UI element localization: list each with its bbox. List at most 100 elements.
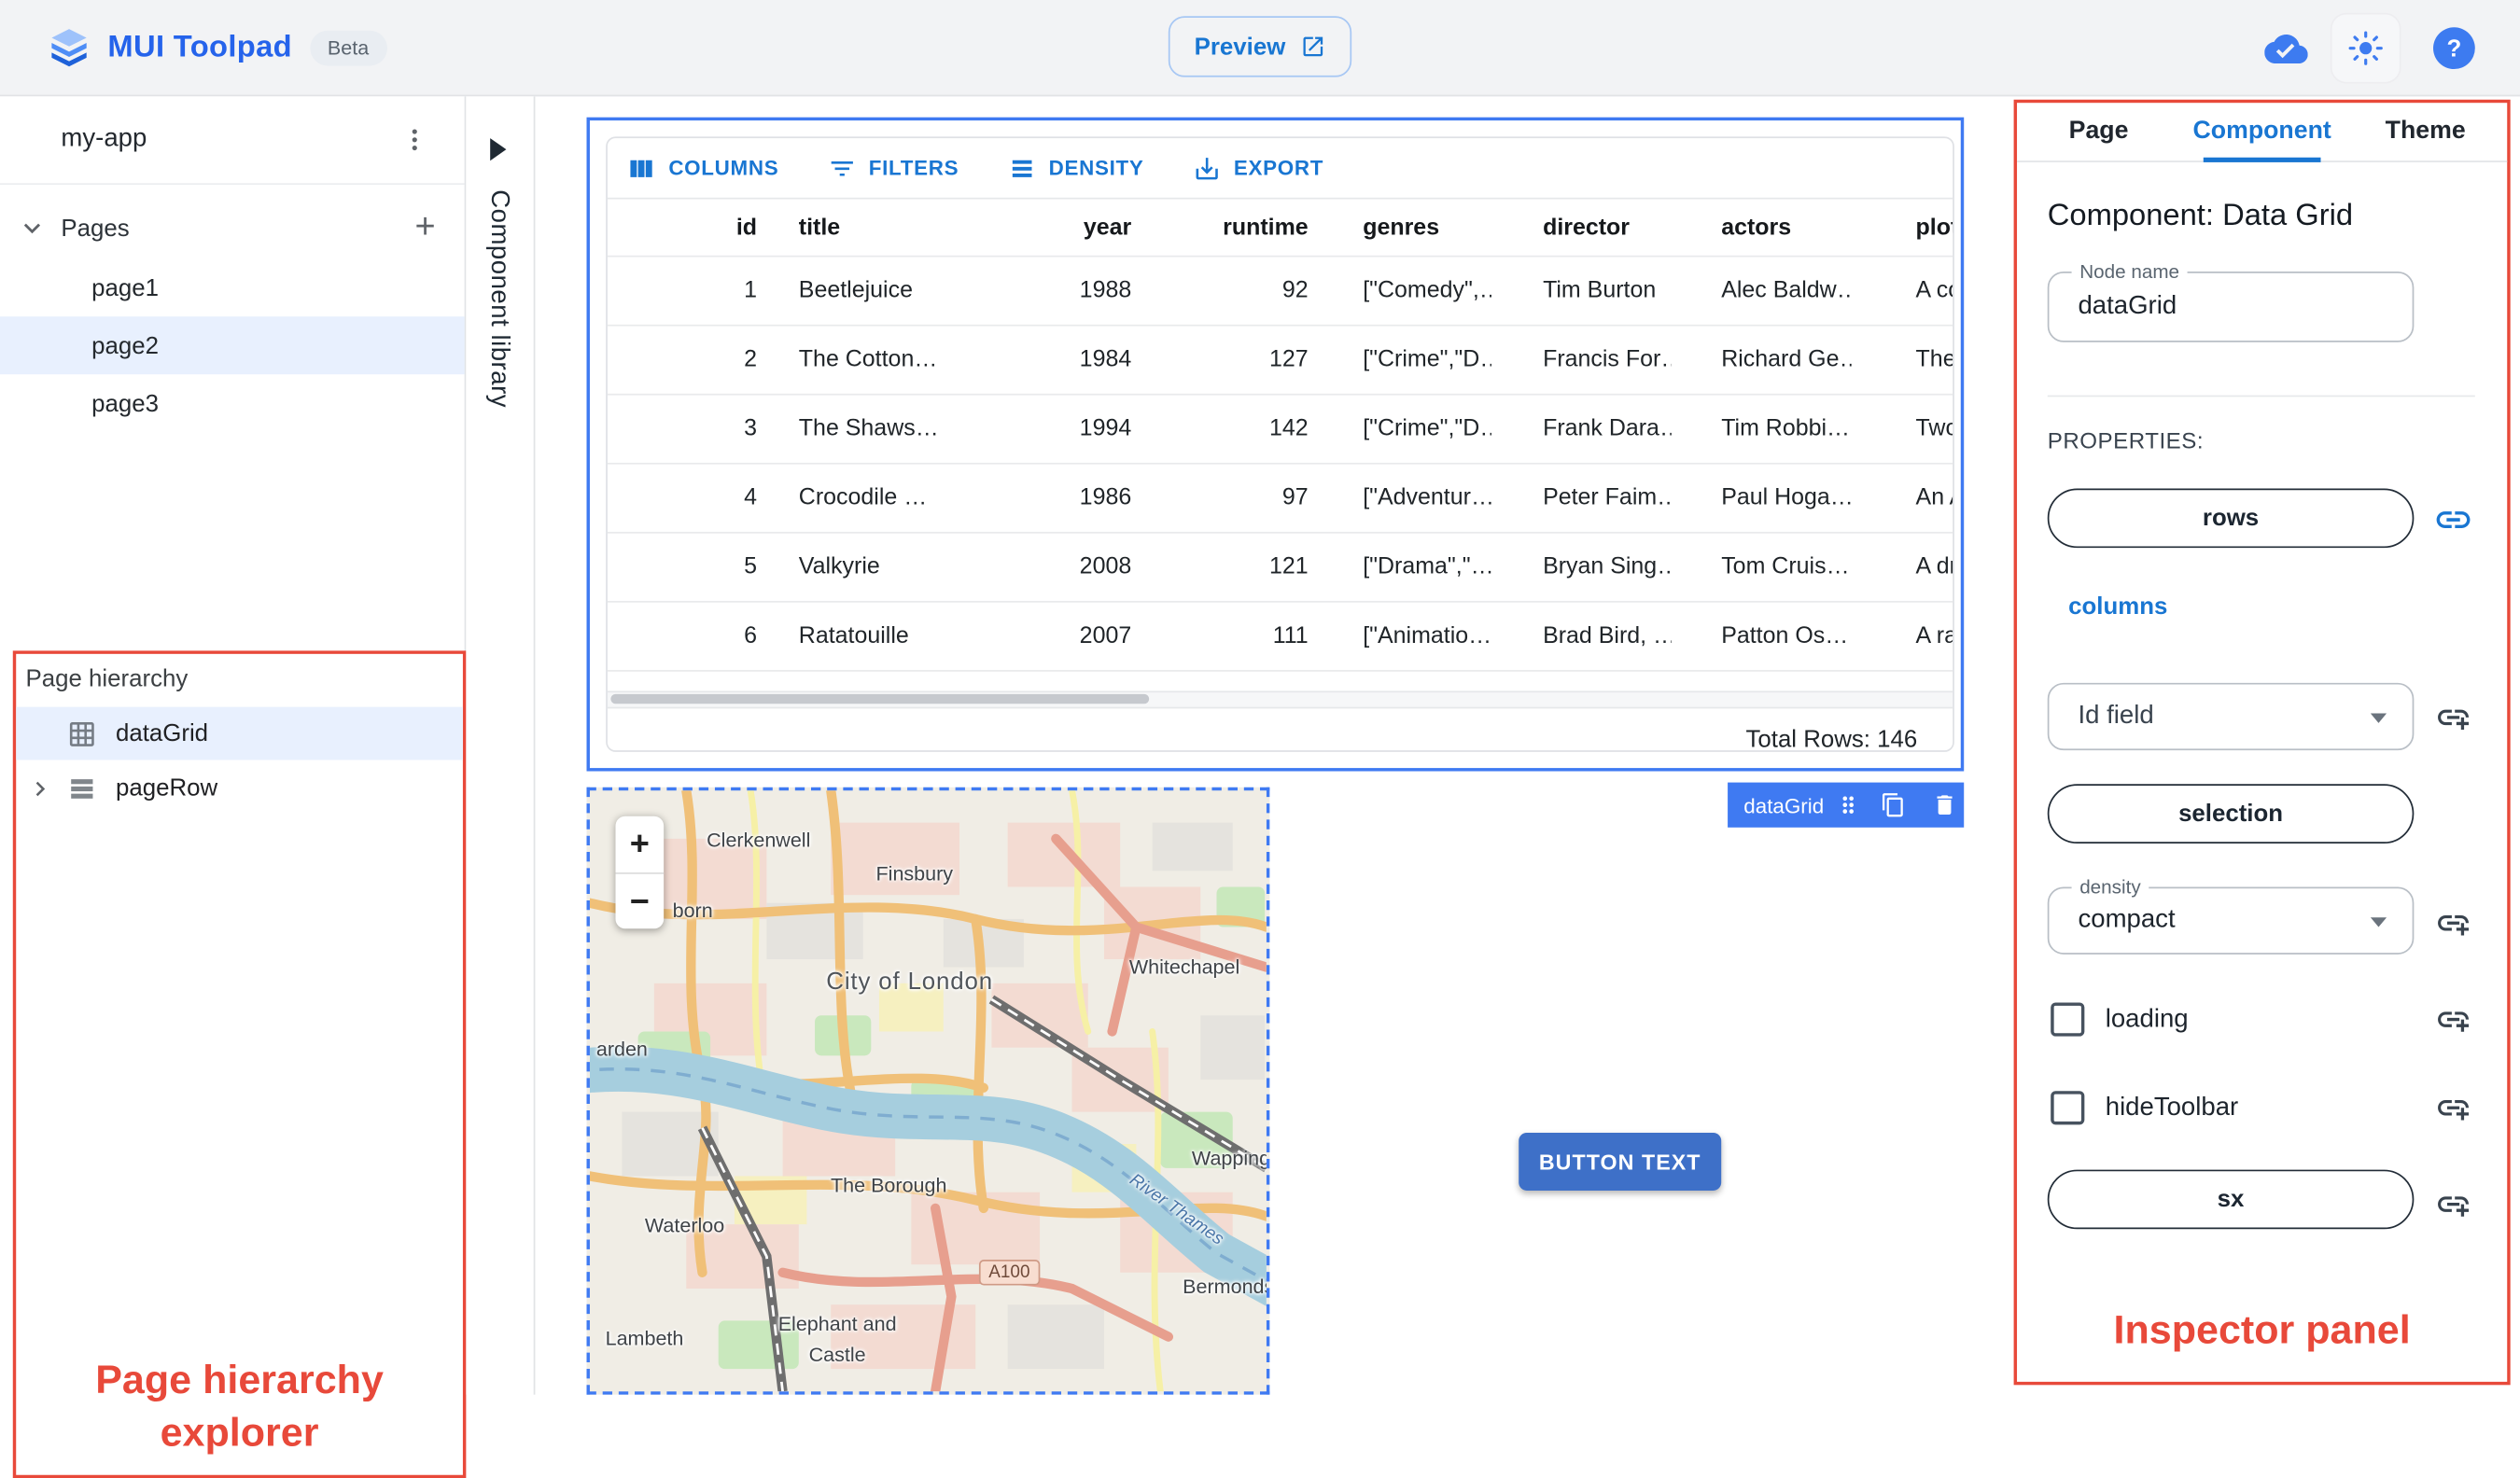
node-name-field[interactable]: Node name dataGrid [2047,259,2415,342]
scrollbar-thumb[interactable] [610,693,1150,704]
expand-right-icon[interactable] [490,138,507,161]
table-row[interactable]: 6 Ratatouille 2007 111 ["Animatio… Brad Bird,… [607,603,1953,672]
column-header-id[interactable]: id [608,215,761,241]
column-header-title[interactable]: title [760,215,936,241]
table-cell: 142 [1268,415,1309,442]
columns-property-link[interactable]: columns [2068,593,2167,620]
table-cell: 97 [1281,485,1309,511]
zoom-out-button[interactable]: − [616,874,665,930]
add-link-icon[interactable] [2431,997,2473,1039]
column-header-runtime[interactable]: runtime [1135,215,1311,241]
chevron-down-icon[interactable] [16,212,48,244]
table-cell: Ratatouille [798,623,909,649]
add-link-icon[interactable] [2431,901,2473,943]
tab-component[interactable]: Component [2180,103,2344,162]
table-row[interactable]: 1 Beetlejuice 1988 92 ["Comedy",… Tim Burton A… [607,258,1953,327]
page-hierarchy-annotation: Page hierarchy explorer [95,1358,384,1456]
selection-property-button[interactable]: selection [2047,784,2415,844]
toolpad-editor: MUI Toolpad Beta Preview ? my-app Pages … [0,0,2520,1478]
sidebar-item-page1[interactable]: page1 [0,258,465,316]
add-page-button[interactable]: + [415,205,436,247]
column-header-genres[interactable]: genres [1311,215,1491,241]
pages-label: Pages [61,214,130,243]
preview-button[interactable]: Preview [1168,16,1352,77]
map-zoom-control: + − [615,816,665,930]
table-cell: Tim Burton [1543,277,1657,304]
column-header-director[interactable]: director [1491,215,1672,241]
density-select[interactable]: density compact [2047,875,2415,955]
table-row[interactable]: 2 The Cotton… 1984 127 ["Crime","D… Francis F… [607,327,1953,396]
drag-indicator-icon[interactable] [1835,792,1861,818]
table-cell: 2008 [1079,554,1132,580]
map-place-label: Waterloo [644,1214,725,1237]
chevron-right-icon[interactable] [26,774,55,802]
cloud-done-icon [2264,26,2308,69]
datagrid-component[interactable]: COLUMNS FILTERS DENSITY EXPORT id title year r… [586,117,1965,772]
help-icon[interactable]: ? [2433,27,2475,70]
toolbar-button-export[interactable]: EXPORT [1192,153,1323,182]
project-name: my-app [61,125,147,153]
table-cell: Two [1915,415,1953,442]
add-link-icon[interactable] [2431,1182,2473,1224]
table-cell: ["Animatio… [1363,623,1491,649]
table-row[interactable]: 3 The Shaws… 1994 142 ["Crime","D… Frank Dara… [607,396,1953,465]
tab-theme[interactable]: Theme [2344,103,2507,160]
sidebar-item-page2[interactable]: page2 [0,316,465,375]
table-cell: The Shaws… [798,415,937,442]
hidetoolbar-checkbox-row[interactable]: hideToolbar [2051,1091,2238,1125]
horizontal-scrollbar[interactable] [607,690,1953,709]
sx-property-button[interactable]: sx [2047,1169,2415,1230]
hierarchy-item-datagrid[interactable]: dataGrid [16,706,463,760]
loading-checkbox-row[interactable]: loading [2051,1002,2189,1037]
toolbar-button-columns[interactable]: COLUMNS [627,153,779,182]
table-cell: Valkyrie [798,554,880,580]
datagrid-footer: Total Rows: 146 [608,708,1953,750]
column-header-actors[interactable]: actors [1672,215,1852,241]
table-cell: 121 [1268,554,1309,580]
id-field-value: Id field [2078,702,2154,730]
copy-icon[interactable] [1880,792,1906,818]
component-library-panel[interactable]: Component library [466,96,536,1395]
toolbar-button-density[interactable]: DENSITY [1007,153,1144,182]
table-cell: A ra [1915,623,1953,649]
preview-button-label: Preview [1194,33,1286,61]
sidebar-item-page3[interactable]: page3 [0,374,465,432]
map-place-label: A100 [978,1260,1040,1286]
table-cell: A co [1915,277,1953,304]
grid-icon [67,719,96,748]
add-link-icon[interactable] [2431,696,2473,738]
map-component[interactable]: Clerkenwell Finsbury born Whitechapel City o… [586,787,1270,1395]
table-row[interactable]: 4 Crocodile … 1986 97 ["Adventur… Peter Faim…… [607,465,1953,534]
id-field-select[interactable]: Id field [2047,682,2415,751]
table-cell: 4 [744,485,758,511]
column-header-plot[interactable]: plot [1852,215,1953,241]
table-cell: 127 [1268,346,1309,373]
hierarchy-item-pagerow[interactable]: pageRow [16,761,463,815]
table-cell: Brad Bird, … [1543,623,1672,649]
table-row[interactable]: 5 Valkyrie 2008 121 ["Drama","… Bryan Sing… To… [607,534,1953,603]
canvas-button-component[interactable]: BUTTON TEXT [1519,1132,1722,1191]
rows-property-button[interactable]: rows [2047,488,2415,549]
pages-list: page1 page2 page3 [0,258,465,432]
hierarchy-item-label: pageRow [115,774,218,802]
toolbar-button-filters[interactable]: FILTERS [827,153,959,182]
table-cell: The Cotton… [798,346,937,373]
app-bar: MUI Toolpad Beta Preview ? [0,0,2520,97]
theme-toggle-button[interactable] [2330,12,2401,84]
checkbox-unchecked-icon[interactable] [2051,1002,2085,1037]
add-link-icon[interactable] [2431,1086,2473,1128]
zoom-in-button[interactable]: + [615,816,665,874]
tab-page[interactable]: Page [2017,103,2180,160]
export-icon [1192,153,1221,182]
link-icon[interactable] [2431,498,2473,540]
checkbox-unchecked-icon[interactable] [2051,1091,2085,1125]
column-header-year[interactable]: year [937,215,1135,241]
inspector-annotation: Inspector panel [2113,1307,2411,1353]
map-place-label: Bermondsey [1183,1276,1267,1299]
dropdown-caret-icon [2370,917,2387,927]
map-place-label: Lambeth [605,1327,684,1350]
more-vert-icon[interactable] [394,119,436,160]
table-cell: Beetlejuice [798,277,913,304]
delete-icon[interactable] [1932,792,1958,818]
table-cell: Francis For… [1543,346,1672,373]
